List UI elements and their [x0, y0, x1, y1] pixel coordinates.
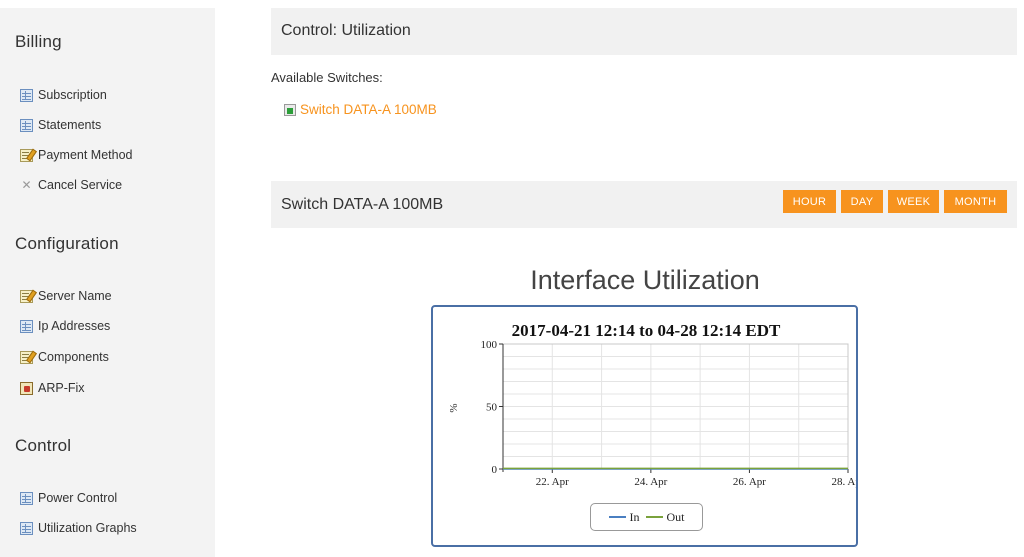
chart-subtitle: 2017-04-21 12:14 to 04-28 12:14 EDT: [512, 321, 781, 340]
arp-icon: [20, 381, 33, 395]
sidebar-item-label: ARP-Fix: [38, 381, 85, 395]
available-switches-label: Available Switches:: [271, 70, 383, 85]
legend-item-in[interactable]: In: [608, 509, 640, 525]
y-tick-label: 0: [492, 464, 498, 476]
page-header: Control: Utilization: [271, 8, 1017, 55]
switch-link-label: Switch DATA-A 100MB: [300, 102, 437, 117]
sidebar-heading-configuration: Configuration: [15, 234, 119, 253]
range-day-button[interactable]: DAY: [841, 190, 883, 213]
sidebar-item-label: Cancel Service: [38, 178, 123, 192]
sidebar-heading-billing: Billing: [15, 32, 62, 51]
x-tick-label: 22. Apr: [536, 476, 569, 488]
sidebar-item-arp-fix[interactable]: ARP-Fix: [20, 379, 85, 397]
x-tick-label: 26. Apr: [733, 476, 766, 488]
legend-swatch-out: [645, 516, 663, 518]
sidebar-item-server-name[interactable]: Server Name: [20, 287, 112, 305]
range-week-button[interactable]: WEEK: [888, 190, 939, 213]
sidebar-item-label: Power Control: [38, 491, 118, 505]
utilization-chart: 2017-04-21 12:14 to 04-28 12:14 EDT % 0 5…: [431, 305, 858, 547]
table-icon: [20, 491, 33, 505]
table-icon: [20, 88, 33, 102]
legend-label-out: Out: [666, 509, 685, 524]
x-tick-label: 24. Apr: [634, 476, 667, 488]
sidebar-item-statements[interactable]: Statements: [20, 116, 101, 134]
y-tick-label: 50: [486, 402, 498, 414]
page-title: Control: Utilization: [281, 22, 411, 39]
range-hour-button[interactable]: HOUR: [783, 190, 836, 213]
close-icon: ✕: [21, 177, 32, 192]
sidebar-item-subscription[interactable]: Subscription: [20, 86, 107, 104]
chart-title: Interface Utilization: [530, 265, 760, 295]
switch-panel-title: Switch DATA-A 100MB: [281, 196, 444, 213]
switch-link[interactable]: Switch DATA-A 100MB: [284, 102, 437, 117]
sidebar-heading-control: Control: [15, 436, 72, 455]
sidebar-item-payment-method[interactable]: Payment Method: [20, 146, 133, 164]
sidebar-item-label: Server Name: [38, 289, 112, 303]
legend-item-out[interactable]: Out: [645, 509, 685, 525]
y-tick-label: 100: [481, 339, 498, 351]
sidebar-item-utilization-graphs[interactable]: Utilization Graphs: [20, 519, 137, 537]
chart-legend: In Out: [590, 503, 703, 531]
sidebar-item-label: Utilization Graphs: [38, 521, 137, 535]
edit-icon: [20, 350, 33, 364]
legend-swatch-in: [608, 516, 626, 518]
sidebar: Billing Subscription Statements Payment …: [0, 8, 215, 557]
sidebar-item-components[interactable]: Components: [20, 348, 109, 366]
table-icon: [20, 118, 33, 132]
sidebar-item-power-control[interactable]: Power Control: [20, 489, 117, 507]
y-axis-label: %: [448, 403, 460, 412]
sidebar-item-ip-addresses[interactable]: Ip Addresses: [20, 317, 110, 335]
sidebar-item-label: Subscription: [38, 88, 107, 102]
sidebar-item-label: Payment Method: [38, 148, 133, 162]
range-month-button[interactable]: MONTH: [944, 190, 1007, 213]
sidebar-item-label: Components: [38, 350, 109, 364]
table-icon: [20, 319, 33, 333]
legend-label-in: In: [629, 509, 640, 524]
sidebar-item-cancel-service[interactable]: ✕ Cancel Service: [20, 176, 122, 194]
sidebar-item-label: Ip Addresses: [38, 319, 111, 333]
edit-icon: [20, 148, 33, 162]
graph-icon: [284, 103, 296, 116]
table-icon: [20, 521, 33, 535]
edit-icon: [20, 289, 33, 303]
sidebar-item-label: Statements: [38, 118, 102, 132]
x-tick-label: 28. Apr: [832, 476, 857, 488]
